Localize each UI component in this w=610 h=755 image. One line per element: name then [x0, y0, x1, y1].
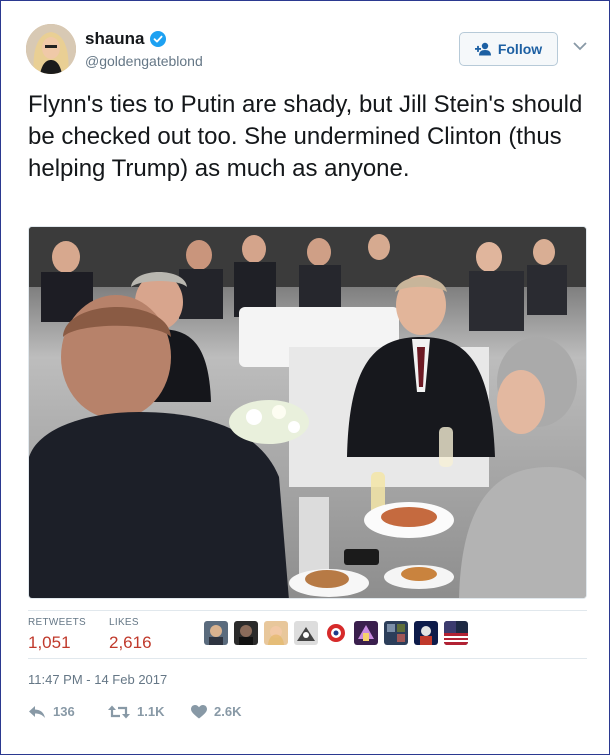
retweets-label: RETWEETS [28, 617, 86, 628]
liker-avatar[interactable] [384, 621, 408, 645]
liker-avatar[interactable] [264, 621, 288, 645]
chevron-down-icon[interactable] [573, 41, 587, 51]
liker-avatars [204, 621, 468, 645]
liker-avatar[interactable] [354, 621, 378, 645]
follow-button[interactable]: Follow [459, 32, 558, 66]
likes-stat[interactable]: LIKES 2,616 [109, 617, 152, 653]
tweet-timestamp[interactable]: 11:47 PM - 14 Feb 2017 [28, 672, 167, 687]
tweet-text: Flynn's ties to Putin are shady, but Jil… [28, 91, 583, 182]
tweet-card: shauna @goldengateblond Follow Flynn's t… [0, 0, 610, 755]
retweets-count: 1,051 [28, 633, 71, 652]
liker-avatar[interactable] [324, 621, 348, 645]
divider-top [28, 610, 587, 611]
like-count: 2.6K [214, 704, 242, 719]
liker-avatar[interactable] [444, 621, 468, 645]
user-name-row[interactable]: shauna [85, 29, 166, 49]
verified-badge-icon [149, 31, 166, 47]
follow-button-label: Follow [497, 41, 543, 57]
liker-avatar[interactable] [204, 621, 228, 645]
retweets-stat[interactable]: RETWEETS 1,051 [28, 617, 86, 653]
reply-icon [29, 705, 45, 718]
user-display-name[interactable]: shauna [85, 29, 145, 49]
likes-count: 2,616 [109, 633, 152, 652]
liker-avatar[interactable] [234, 621, 258, 645]
like-button[interactable]: 2.6K [191, 704, 241, 719]
retweet-icon [108, 705, 130, 718]
retweet-count: 1.1K [137, 704, 165, 719]
likes-label: LIKES [109, 617, 139, 628]
add-user-icon [474, 42, 491, 56]
heart-icon [191, 704, 207, 718]
tweet-photo[interactable] [28, 226, 587, 599]
divider-middle [28, 658, 587, 659]
reply-count: 136 [53, 704, 75, 719]
liker-avatar[interactable] [294, 621, 318, 645]
reply-button[interactable]: 136 [28, 704, 75, 719]
user-handle[interactable]: @goldengateblond [85, 53, 203, 69]
avatar[interactable] [26, 24, 76, 74]
retweet-button[interactable]: 1.1K [108, 704, 164, 719]
liker-avatar[interactable] [414, 621, 438, 645]
